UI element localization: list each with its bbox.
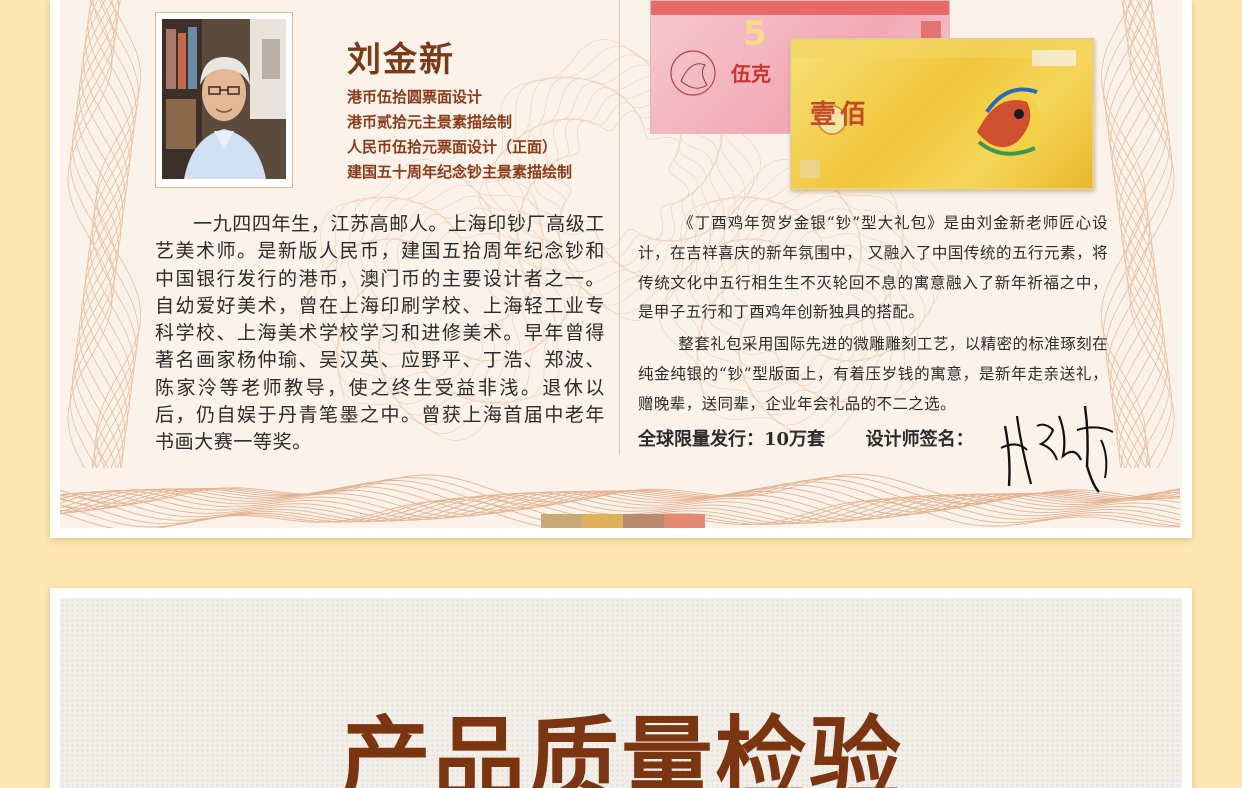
section-heading: 产品质量检验 — [338, 707, 903, 788]
column-divider — [619, 0, 620, 455]
color-swatch — [664, 514, 705, 528]
designer-title-item: 建国五十周年纪念钞主景素描绘制 — [347, 163, 573, 181]
designer-signature — [1000, 405, 1114, 493]
designer-titles: 港币伍拾圆票面设计 港币贰拾元主景素描绘制 人民币伍拾元票面设计（正面） 建国五… — [347, 86, 572, 186]
description-paragraph: 《丁酉鸡年贺岁金银“钞”型大礼包》是由刘金新老师匠心设计，在吉祥喜庆的新年氛围中… — [638, 214, 1108, 322]
color-swatch — [582, 514, 623, 528]
designer-title-item: 港币贰拾元主景素描绘制 — [347, 113, 513, 131]
designer-card: 刘金新 港币伍拾圆票面设计 港币贰拾元主景素描绘制 人民币伍拾元票面设计（正面）… — [50, 0, 1192, 538]
product-description: 《丁酉鸡年贺岁金银“钞”型大礼包》是由刘金新老师匠心设计，在吉祥喜庆的新年氛围中… — [638, 209, 1108, 420]
designer-title-item: 港币伍拾圆票面设计 — [347, 88, 483, 106]
quality-inspection-inner: 产品质量检验 — [60, 598, 1182, 788]
designer-name: 刘金新 — [347, 40, 455, 80]
designer-bio: 一九四四年生，江苏高邮人。上海印钞厂高级工艺美术师。是新版人民币，建国五拾周年纪… — [155, 213, 605, 454]
color-swatch — [541, 514, 582, 528]
signature-label: 设计师签名： — [865, 429, 974, 450]
quality-inspection-card: 产品质量检验 — [50, 588, 1192, 788]
banknote-gold-image: 壹佰 — [790, 38, 1094, 190]
designer-title-item: 人民币伍拾元票面设计（正面） — [347, 138, 558, 156]
designer-photo — [162, 19, 286, 179]
color-bar — [541, 514, 705, 528]
banknote-gold-label: 壹佰 — [810, 100, 871, 130]
color-swatch — [623, 514, 664, 528]
circulation-label: 全球限量发行：10万套 — [638, 429, 826, 450]
svg-text:5: 5 — [743, 14, 767, 54]
designer-photo-frame — [155, 12, 293, 188]
designer-card-inner: 刘金新 港币伍拾圆票面设计 港币贰拾元主景素描绘制 人民币伍拾元票面设计（正面）… — [60, 0, 1182, 528]
banknote-pink-label: 伍克 — [730, 62, 771, 86]
product-meta: 全球限量发行：10万套 设计师签名： — [638, 425, 974, 451]
